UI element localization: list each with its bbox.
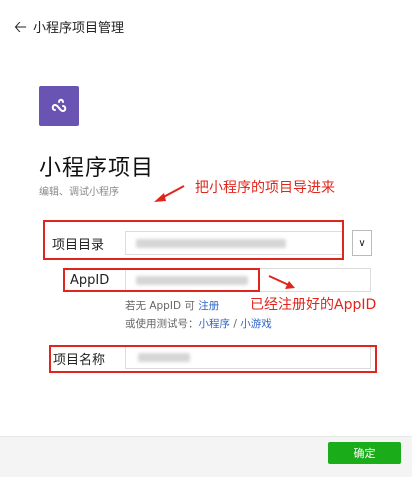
header: 🡠 小程序项目管理: [14, 17, 124, 36]
redacted-appid: [136, 276, 248, 285]
appid-input[interactable]: [125, 268, 371, 292]
import-arrow-icon: [154, 185, 185, 202]
import-annotation: 把小程序的项目导进来: [195, 180, 335, 196]
appid-register-hint: 若无 AppID 可 注册: [125, 300, 220, 312]
page-title: 小程序项目: [39, 156, 155, 181]
miniprogram-test-link[interactable]: 小程序: [199, 318, 231, 330]
appid-label: AppID: [70, 273, 110, 288]
header-title: 小程序项目管理: [32, 21, 124, 36]
register-link[interactable]: 注册: [198, 300, 219, 312]
confirm-button[interactable]: 确定: [328, 442, 401, 464]
project-name-input[interactable]: [125, 345, 371, 369]
chevron-down-icon[interactable]: ∨: [352, 230, 372, 256]
project-name-label: 项目名称: [53, 353, 106, 368]
project-dir-input[interactable]: [125, 231, 343, 255]
test-account-hint: 或使用测试号：小程序 / 小游戏: [125, 318, 272, 330]
page-subtitle: 编辑、调试小程序: [39, 187, 119, 198]
main-panel: 🡠 小程序项目管理 小程序项目 编辑、调试小程序 项目目录 ∨ AppID 若无…: [0, 0, 412, 436]
appid-annotation: 已经注册好的AppID: [250, 297, 377, 313]
miniprogram-logo-icon: [39, 86, 79, 126]
minigame-test-link[interactable]: 小游戏: [240, 318, 272, 330]
appid-arrow-icon: [268, 275, 295, 289]
redacted-name: [138, 353, 190, 362]
arrow-left-icon[interactable]: 🡠: [14, 18, 27, 35]
project-dir-label: 项目目录: [52, 238, 105, 253]
redacted-path: [136, 239, 286, 248]
footer-divider: [0, 436, 412, 437]
